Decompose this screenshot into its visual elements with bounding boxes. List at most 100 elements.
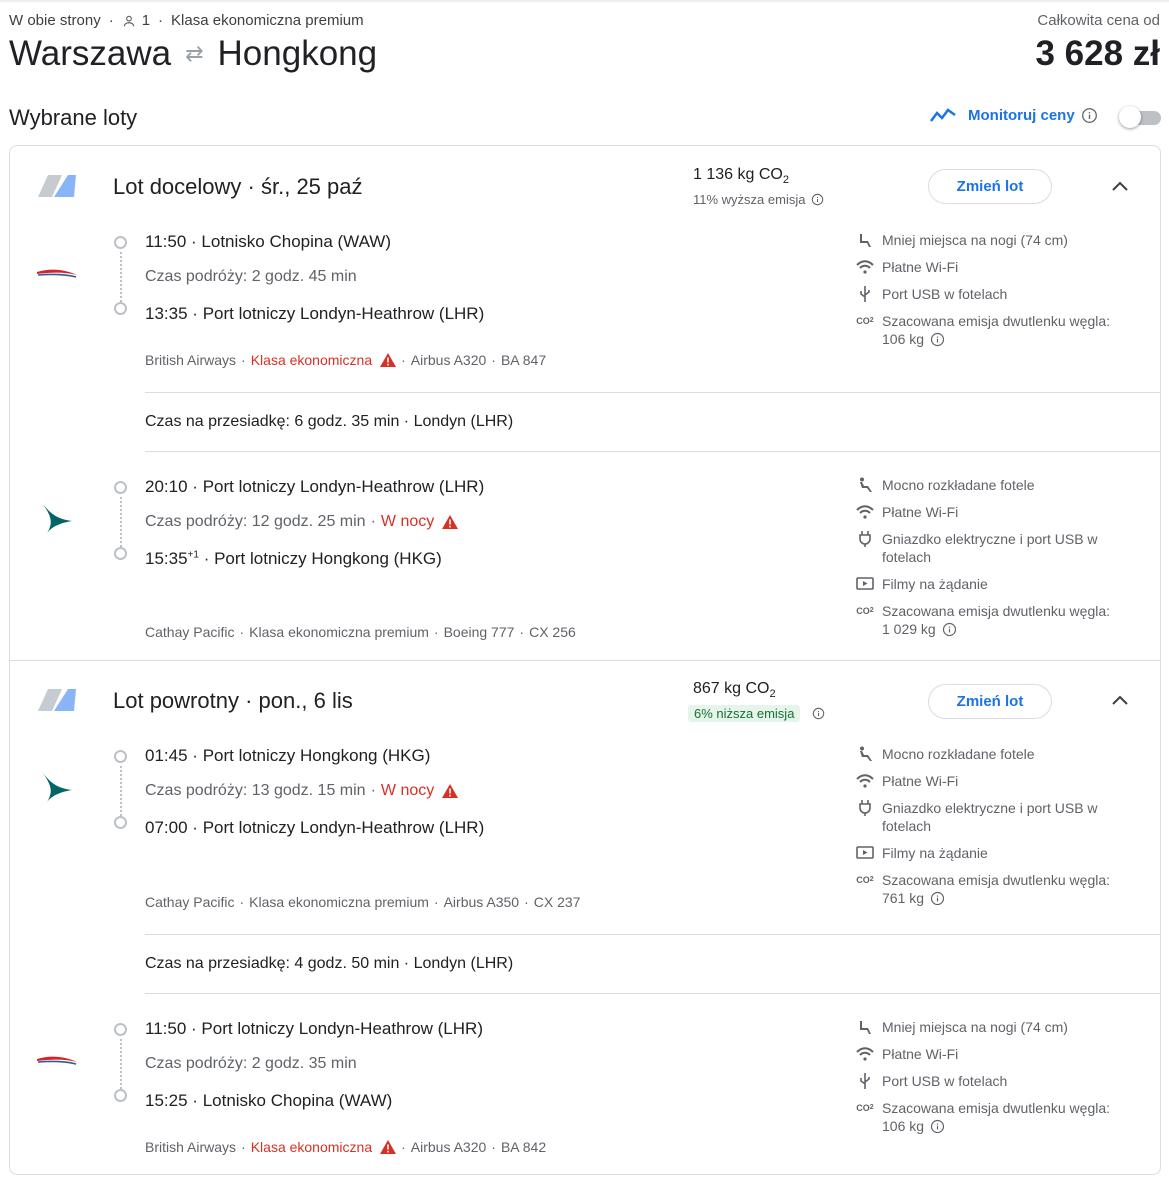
leg-date: śr., 25 paź bbox=[261, 174, 363, 199]
separator: · bbox=[491, 1139, 496, 1155]
info-icon[interactable] bbox=[1081, 107, 1098, 124]
outbound-co2-note: 11% wyższa emisja bbox=[693, 192, 824, 207]
co2-value: 1 136 kg CO bbox=[693, 166, 783, 183]
change-inbound-button[interactable]: Zmień lot bbox=[928, 684, 1052, 719]
separator: · bbox=[241, 1139, 246, 1155]
route-title: Warszawa ⇄ Hongkong bbox=[9, 34, 377, 74]
arrival-dot bbox=[114, 1089, 127, 1102]
wifi-icon bbox=[855, 503, 875, 521]
change-outbound-button[interactable]: Zmień lot bbox=[928, 169, 1052, 204]
departure-dot bbox=[114, 750, 127, 763]
trip-type: W obie strony bbox=[9, 12, 101, 29]
power-plug-icon bbox=[855, 799, 875, 817]
airport: Port lotniczy Londyn-Heathrow (LHR) bbox=[202, 304, 485, 323]
day-offset: +1 bbox=[187, 549, 199, 561]
person-icon bbox=[123, 15, 134, 26]
wifi-icon bbox=[855, 772, 875, 790]
co2-icon: CO 2 bbox=[856, 1103, 874, 1113]
co2-icon: CO 2 bbox=[856, 316, 874, 326]
cathay-pacific-logo-icon bbox=[42, 503, 72, 535]
amenity-item: CO 2 Szacowana emisja dwutlenku węgla: 761 … bbox=[855, 871, 1125, 907]
amenity-text: Mocno rozkładane fotele bbox=[882, 477, 1035, 493]
cabin-class-warning: Klasa ekonomiczna bbox=[250, 1139, 373, 1155]
separator: · bbox=[239, 894, 245, 910]
amenity-item: Filmy na żądanie bbox=[855, 575, 1125, 593]
round-trip-arrows-icon: ⇄ bbox=[185, 41, 204, 66]
separator: · bbox=[401, 1139, 406, 1155]
info-icon[interactable] bbox=[942, 622, 957, 637]
arrival-stop: 15:25 · Lotnisko Chopina (WAW) bbox=[145, 1091, 392, 1111]
toggle-knob[interactable] bbox=[1119, 106, 1141, 128]
amenities-list: Mniej miejsca na nogi (74 cm) Płatne Wi-… bbox=[855, 1018, 1125, 1135]
co2-subscript: 2 bbox=[782, 174, 789, 187]
time: 11:50 bbox=[145, 232, 187, 251]
amenity-text: Szacowana emisja dwutlenku węgla: 761 kg bbox=[882, 871, 1110, 907]
track-prices-toggle[interactable] bbox=[1119, 106, 1161, 128]
amenity-text: Mocno rozkładane fotele bbox=[882, 746, 1035, 762]
separator: · bbox=[401, 352, 406, 368]
amenity-item: Mniej miejsca na nogi (74 cm) bbox=[855, 231, 1125, 249]
track-prices-label[interactable]: Monitoruj ceny bbox=[968, 107, 1075, 124]
info-icon[interactable] bbox=[812, 707, 825, 720]
timeline-line bbox=[120, 1039, 122, 1089]
plane-tail-icon bbox=[38, 175, 76, 197]
amenity-item: Gniazdko elektryczne i port USB w fotela… bbox=[855, 530, 1125, 566]
reclining-seat-icon bbox=[855, 476, 875, 494]
info-icon[interactable] bbox=[930, 332, 945, 347]
power-plug-icon bbox=[855, 530, 875, 548]
airport: Port lotniczy Hongkong (HKG) bbox=[202, 746, 431, 765]
overnight-warning: W nocy bbox=[380, 782, 435, 799]
airport: Lotnisko Chopina (WAW) bbox=[202, 1091, 393, 1110]
separator: · bbox=[192, 746, 198, 765]
separator: · bbox=[192, 1091, 198, 1110]
total-price-label: Całkowita cena od bbox=[1037, 12, 1160, 29]
info-icon[interactable] bbox=[930, 891, 945, 906]
cabin-class-warning: Klasa ekonomiczna bbox=[250, 352, 373, 368]
amenity-item: Filmy na żądanie bbox=[855, 844, 1125, 862]
airline: Cathay Pacific bbox=[145, 894, 235, 910]
departure-stop: 11:50 · Port lotniczy Londyn-Heathrow (L… bbox=[145, 1019, 483, 1039]
flight-details: Cathay Pacific · Klasa ekonomiczna premium… bbox=[145, 624, 576, 640]
arrival-dot bbox=[114, 816, 127, 829]
aircraft: Airbus A320 bbox=[410, 352, 487, 368]
separator: · bbox=[241, 352, 246, 368]
flight-number: BA 842 bbox=[500, 1139, 547, 1155]
aircraft: Boeing 777 bbox=[443, 624, 515, 640]
chevron-up-icon[interactable] bbox=[1108, 689, 1132, 713]
amenities-list: Mniej miejsca na nogi (74 cm) Płatne Wi-… bbox=[855, 231, 1125, 348]
track-prices[interactable]: Monitoruj ceny bbox=[930, 106, 1098, 124]
travel-time: Czas podróży: 12 godz. 25 min · W nocy bbox=[145, 513, 459, 531]
british-airways-logo-icon bbox=[37, 1056, 77, 1065]
divider bbox=[145, 392, 1161, 393]
duration-text: Czas podróży: 12 godz. 25 min bbox=[145, 513, 366, 530]
video-icon bbox=[855, 844, 875, 862]
arrival-stop: 07:00 · Port lotniczy Londyn-Heathrow (L… bbox=[145, 818, 484, 838]
warning-icon bbox=[380, 353, 397, 367]
amenity-text: Płatne Wi-Fi bbox=[882, 504, 959, 520]
time: 15:35 bbox=[145, 549, 188, 568]
british-airways-logo-icon bbox=[37, 269, 77, 278]
divider bbox=[145, 993, 1161, 994]
usb-icon bbox=[855, 285, 875, 303]
co2-label: Szacowana emisja dwutlenku węgla: bbox=[882, 313, 1111, 329]
departure-dot bbox=[114, 481, 127, 494]
co2-value: 867 kg CO bbox=[693, 680, 770, 697]
divider bbox=[145, 934, 1161, 935]
amenity-text: Szacowana emisja dwutlenku węgla: 1 029 k… bbox=[882, 602, 1110, 638]
trip-meta: W obie strony · 1 · Klasa ekonomiczna pr… bbox=[9, 12, 364, 29]
plane-tail-icon bbox=[38, 689, 76, 711]
cabin-class: Klasa ekonomiczna premium bbox=[249, 624, 429, 640]
info-icon[interactable] bbox=[930, 1119, 945, 1134]
co2-label: Szacowana emisja dwutlenku węgla: bbox=[882, 1100, 1111, 1116]
co2-icon: CO 2 bbox=[856, 606, 874, 616]
travel-time: Czas podróży: 2 godz. 35 min bbox=[145, 1055, 357, 1072]
flight-number: CX 237 bbox=[533, 894, 581, 910]
separator: · bbox=[524, 894, 529, 910]
departure-dot bbox=[114, 1023, 127, 1036]
warning-icon bbox=[380, 1140, 397, 1154]
separator: · bbox=[191, 1019, 197, 1038]
chevron-up-icon[interactable] bbox=[1108, 175, 1132, 199]
info-icon[interactable] bbox=[811, 193, 824, 206]
departure-stop: 20:10 · Port lotniczy Londyn-Heathrow (L… bbox=[145, 477, 484, 497]
separator: · bbox=[192, 818, 198, 837]
